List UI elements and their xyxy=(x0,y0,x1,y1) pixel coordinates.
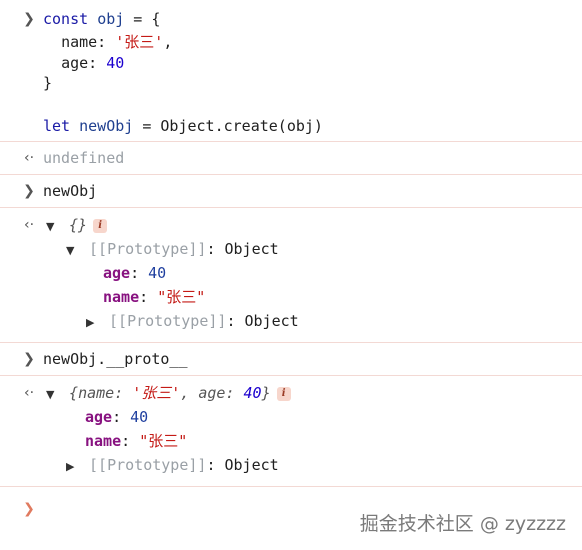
number-value: 40 xyxy=(148,264,167,282)
triangle-down-icon[interactable]: ▼ xyxy=(46,217,60,237)
triangle-right-icon[interactable]: ▶ xyxy=(66,457,80,477)
prototype-type: : Object xyxy=(206,456,279,474)
prototype-label: [[Prototype]] xyxy=(109,312,227,330)
result-value: undefined xyxy=(43,149,125,167)
prototype-row[interactable]: ▶ [[Prototype]]: Object xyxy=(86,311,299,331)
return-arrow-icon: ‹· xyxy=(23,150,35,166)
brace: { xyxy=(69,384,79,402)
keyword: const xyxy=(43,10,89,28)
property-row: age: 40 xyxy=(85,408,149,426)
string-value: "张三" xyxy=(157,288,206,306)
return-arrow-icon: ‹· xyxy=(23,217,35,233)
property-row: name: "张三" xyxy=(85,432,188,450)
chevron-right-icon: ❯ xyxy=(23,351,35,367)
triangle-down-icon[interactable]: ▼ xyxy=(46,385,60,405)
chevron-right-icon: ❯ xyxy=(23,501,35,517)
console-input-entry: ❯ newObj xyxy=(0,175,582,208)
chevron-right-icon: ❯ xyxy=(23,183,35,199)
prototype-row[interactable]: ▼ [[Prototype]]: Object xyxy=(66,239,279,259)
console-result-entry: ‹· undefined xyxy=(0,142,582,175)
watermark: 掘金技术社区 @ zyzzzz xyxy=(359,513,566,535)
variable-name: obj xyxy=(97,10,125,28)
prototype-type: : Object xyxy=(206,240,279,258)
code-text: } xyxy=(43,74,53,92)
triangle-down-icon[interactable]: ▼ xyxy=(66,241,80,261)
code-line: const obj = { xyxy=(43,9,160,29)
code-line: } xyxy=(43,73,52,93)
console-input-entry: ❯ newObj.__proto__ xyxy=(0,343,582,376)
code-line: age: 40 xyxy=(43,53,124,73)
object-summary-row[interactable]: ▼ {name: '张三', age: 40} i xyxy=(46,383,291,403)
prototype-label: [[Prototype]] xyxy=(89,456,207,474)
prototype-row[interactable]: ▶ [[Prototype]]: Object xyxy=(66,455,279,475)
prototype-type: : Object xyxy=(226,312,299,330)
object-summary: {name: '张三', age: 40} xyxy=(69,384,271,402)
code-text: , xyxy=(163,33,173,51)
console-output-entry: ‹· ▼ {name: '张三', age: 40} i age: 40 name… xyxy=(0,376,582,487)
summary-number: 40 xyxy=(243,384,262,402)
string-value: "张三" xyxy=(139,432,188,450)
code-line: let newObj = Object.create(obj) xyxy=(43,116,323,136)
brace: } xyxy=(261,384,271,402)
object-key: name: xyxy=(61,33,107,51)
keyword: let xyxy=(43,117,71,135)
summary-key: age xyxy=(198,384,226,402)
summary-key: name xyxy=(78,384,115,402)
property-key: name xyxy=(103,288,140,306)
console-input-entry: ❯ const obj = { name: '张三', age: 40 } le… xyxy=(0,0,582,142)
prototype-label: [[Prototype]] xyxy=(89,240,207,258)
code-line: newObj xyxy=(43,182,98,200)
property-row: name: "张三" xyxy=(103,288,206,306)
return-arrow-icon: ‹· xyxy=(23,385,35,401)
console-output-entry: ‹· ▼ {} i ▼ [[Prototype]]: Object age: 40… xyxy=(0,208,582,343)
code-line: name: '张三', xyxy=(43,32,172,52)
object-key: age: xyxy=(61,54,98,72)
number-value: 40 xyxy=(130,408,149,426)
summary-string: '张三' xyxy=(132,384,181,402)
property-key: age xyxy=(85,408,113,426)
chevron-right-icon: ❯ xyxy=(23,11,35,27)
object-summary: {} xyxy=(69,216,88,234)
variable-name: newObj xyxy=(79,117,134,135)
property-row: age: 40 xyxy=(103,264,167,282)
info-icon[interactable]: i xyxy=(276,386,291,401)
separator: , xyxy=(180,384,199,402)
code-text: = { xyxy=(124,10,161,28)
code-text: = Object.create(obj) xyxy=(133,117,323,135)
object-summary-row[interactable]: ▼ {} i xyxy=(46,215,108,237)
triangle-right-icon[interactable]: ▶ xyxy=(86,313,100,333)
code-line: newObj.__proto__ xyxy=(43,350,188,368)
property-key: name xyxy=(85,432,122,450)
number-value: 40 xyxy=(106,54,125,72)
string-value: '张三' xyxy=(115,33,164,51)
property-key: age xyxy=(103,264,131,282)
info-icon[interactable]: i xyxy=(93,218,108,233)
